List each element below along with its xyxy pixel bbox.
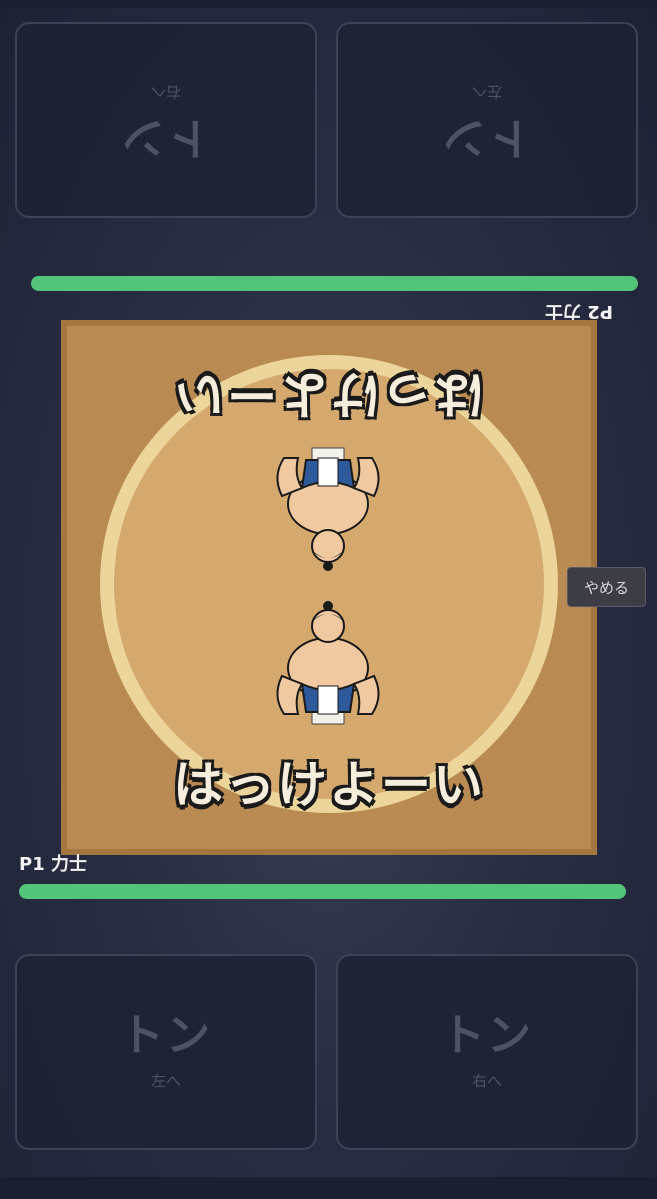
p2-pad-right[interactable]: トン 右へ [15,22,317,218]
p1-call-text: はっけよーい [173,756,485,814]
p2-hp-bar [31,276,638,291]
bottom-edge [0,1177,657,1199]
p1-pad-left[interactable]: トン 左へ [15,954,317,1150]
top-edge [0,0,657,8]
pad-action-label: トン [441,1009,533,1061]
p2-pad-left-content: トン 左へ [441,82,533,163]
p1-wrestler-sprite [276,601,380,725]
p2-call-text: はっけよーい [173,365,485,423]
pad-action-label: トン [441,111,533,163]
pad-direction-label: 右へ [471,1071,502,1090]
pad-action-label: トン [120,1009,212,1061]
quit-button[interactable]: やめる [567,567,646,607]
pad-direction-label: 右へ [151,82,182,101]
p1-hp-bar [19,884,626,899]
pad-direction-label: 左へ [472,82,503,101]
p1-name-label: P1 力士 [19,854,87,875]
p2-pad-left[interactable]: トン 左へ [336,22,638,218]
p1-pad-right[interactable]: トン 右へ [336,954,638,1150]
pad-direction-label: 左へ [150,1071,181,1090]
pad-action-label: トン [120,111,212,163]
p2-pad-right-content: トン 右へ [120,82,212,163]
p2-wrestler-sprite [276,447,380,571]
